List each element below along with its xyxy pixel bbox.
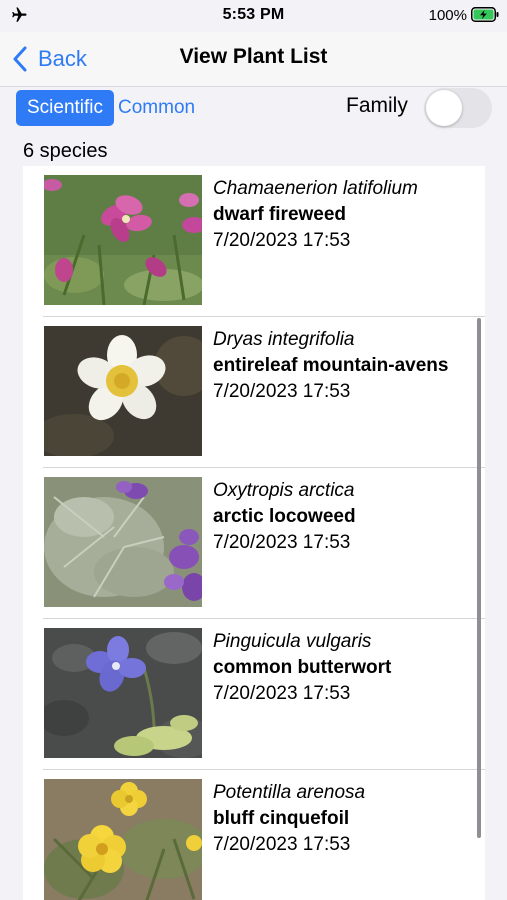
plant-list[interactable]: Chamaenerion latifolium dwarf fireweed 7… bbox=[23, 166, 485, 900]
plant-photo bbox=[44, 175, 202, 305]
list-item[interactable]: Potentilla arenosa bluff cinquefoil 7/20… bbox=[23, 770, 485, 900]
observation-date: 7/20/2023 17:53 bbox=[213, 230, 351, 251]
common-name: arctic locoweed bbox=[213, 506, 356, 527]
common-name: entireleaf mountain-avens bbox=[213, 355, 449, 376]
battery-percent: 100% bbox=[428, 7, 467, 24]
status-bar: 5:53 PM 100% bbox=[0, 0, 507, 32]
family-label: Family bbox=[346, 94, 408, 117]
list-item[interactable]: Chamaenerion latifolium dwarf fireweed 7… bbox=[23, 166, 485, 317]
family-toggle[interactable] bbox=[424, 88, 492, 128]
plant-photo bbox=[44, 477, 202, 607]
toggle-knob bbox=[426, 90, 462, 126]
list-item[interactable]: Dryas integrifolia entireleaf mountain-a… bbox=[23, 317, 485, 468]
navigation-bar: Back View Plant List bbox=[0, 32, 507, 87]
observation-date: 7/20/2023 17:53 bbox=[213, 381, 351, 402]
species-count: 6 species bbox=[23, 140, 108, 162]
plant-photo bbox=[44, 779, 202, 900]
scientific-name: Oxytropis arctica bbox=[213, 480, 355, 501]
observation-date: 7/20/2023 17:53 bbox=[213, 532, 351, 553]
scientific-name: Chamaenerion latifolium bbox=[213, 178, 418, 199]
sort-controls: Scientific Common Family bbox=[0, 88, 507, 132]
observation-date: 7/20/2023 17:53 bbox=[213, 683, 351, 704]
segment-common[interactable]: Common bbox=[118, 90, 195, 126]
plant-photo bbox=[44, 326, 202, 456]
scientific-name: Potentilla arenosa bbox=[213, 782, 366, 803]
scientific-name: Dryas integrifolia bbox=[213, 329, 355, 350]
common-name: dwarf fireweed bbox=[213, 204, 347, 225]
list-item[interactable]: Pinguicula vulgaris common butterwort 7/… bbox=[23, 619, 485, 770]
list-item[interactable]: Oxytropis arctica arctic locoweed 7/20/2… bbox=[23, 468, 485, 619]
observation-date: 7/20/2023 17:53 bbox=[213, 834, 351, 855]
scrollbar[interactable] bbox=[477, 318, 481, 838]
segment-scientific[interactable]: Scientific bbox=[16, 90, 114, 126]
scientific-name: Pinguicula vulgaris bbox=[213, 631, 372, 652]
common-name: bluff cinquefoil bbox=[213, 808, 350, 829]
plant-photo bbox=[44, 628, 202, 758]
page-title: View Plant List bbox=[179, 45, 328, 68]
common-name: common butterwort bbox=[213, 657, 392, 678]
battery-charging-icon bbox=[471, 7, 499, 22]
